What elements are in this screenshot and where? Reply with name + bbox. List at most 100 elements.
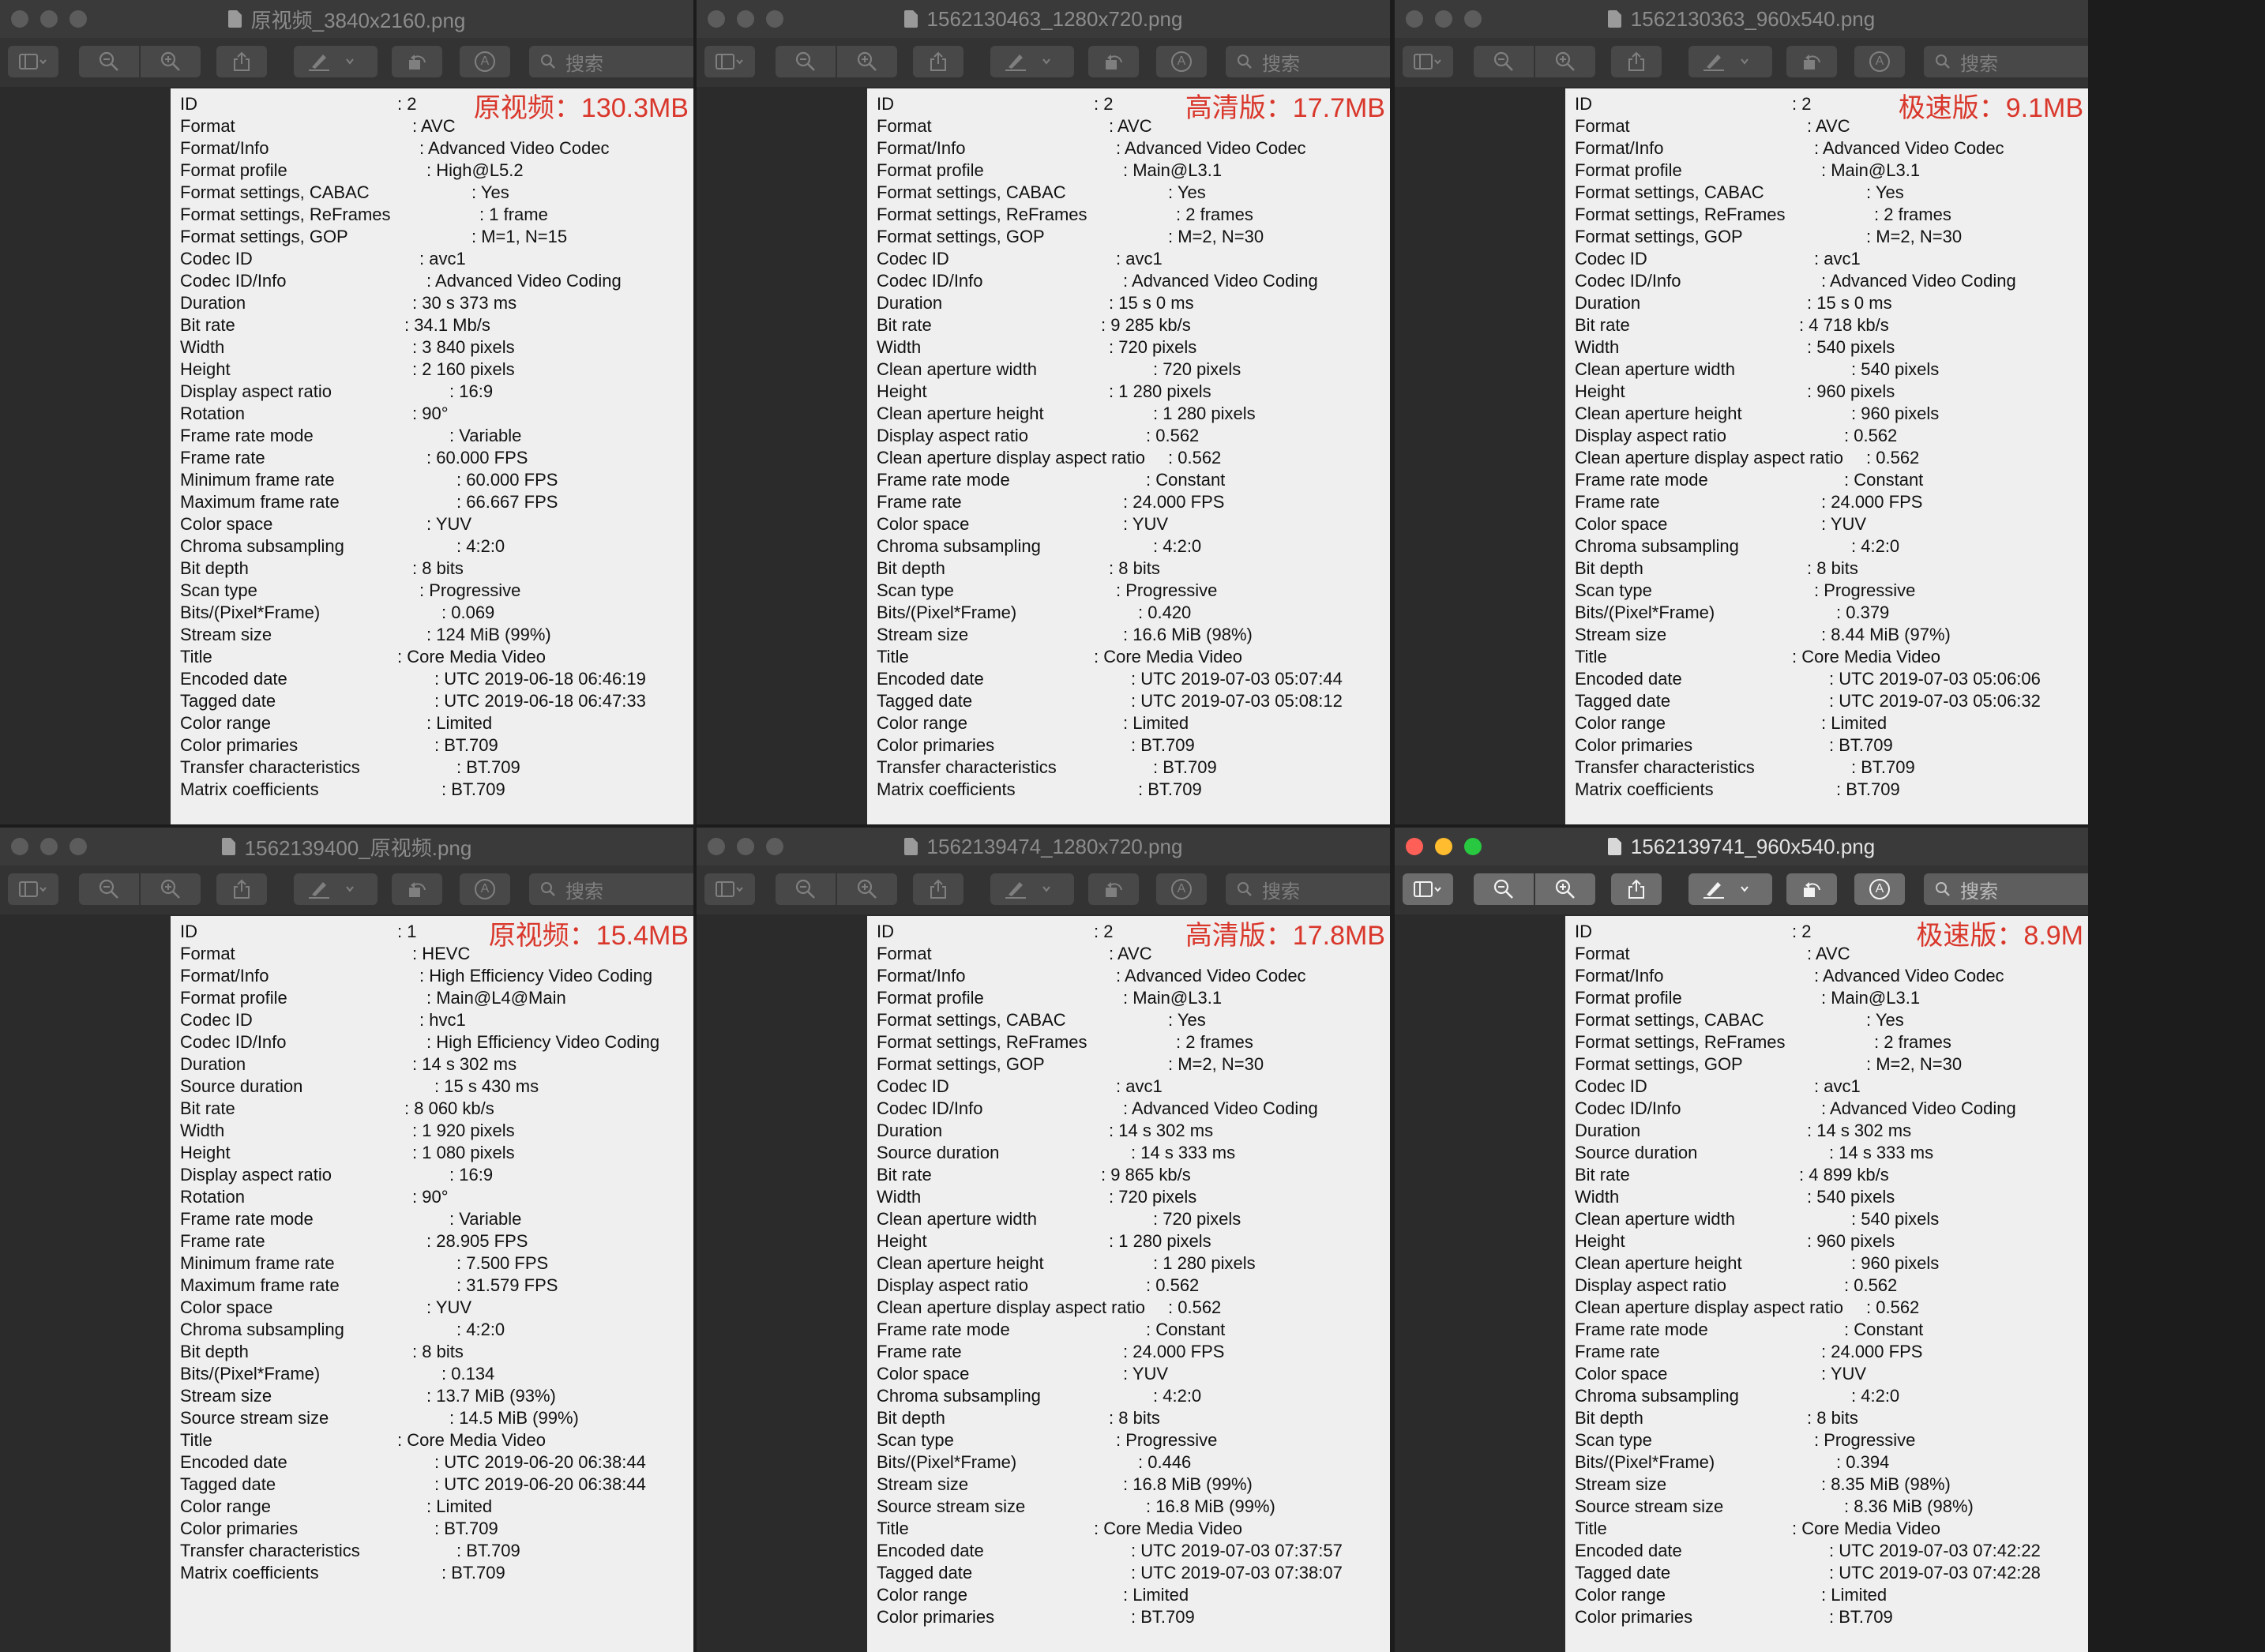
search-field[interactable]: 搜索 (1226, 46, 1390, 77)
info-value: 540 pixels (1851, 359, 1939, 381)
share-button[interactable] (913, 873, 963, 905)
info-label: Format settings, GOP (1575, 227, 1743, 246)
sidebar-icon (1414, 54, 1441, 69)
annotate-button[interactable]: A (460, 46, 510, 77)
search-field[interactable]: 搜索 (1226, 873, 1390, 905)
zoom-in-button[interactable] (141, 873, 201, 905)
info-label: Bit rate (180, 1098, 235, 1118)
zoom-in-button[interactable] (837, 873, 897, 905)
zoom-out-button[interactable] (1474, 46, 1534, 77)
annotate-button[interactable]: A (1854, 46, 1905, 77)
info-value: 34.1 Mb/s (404, 314, 490, 336)
screenshot-grid: 原视频_3840x2160.png A 搜索 原视频：130.3MB ID: … (0, 0, 2265, 1652)
zoom-in-button[interactable] (837, 46, 897, 77)
document-viewport[interactable]: 极速版：8.9M ID2FormatAVCFormat/InfoAdvanced… (1395, 914, 2088, 1652)
info-label: Frame rate (180, 448, 265, 467)
zoom-out-button[interactable] (79, 873, 139, 905)
rotate-button[interactable] (1786, 873, 1837, 905)
info-row: Tagged date UTC 2019-07-03 07:38:07 (877, 1562, 1390, 1584)
share-button[interactable] (1611, 46, 1662, 77)
zoom-out-button[interactable] (776, 46, 836, 77)
rotate-icon (409, 54, 426, 69)
info-label: Format settings, ReFrames (877, 1032, 1087, 1052)
zoom-out-button[interactable] (1474, 873, 1534, 905)
info-value: M=2, N=30 (1168, 226, 1264, 248)
markup-button[interactable] (990, 873, 1074, 905)
preview-window-4: 1562139400_原视频.png A 搜索 原视频：15.4MB ID: … (0, 828, 693, 1652)
info-row: Bit depth 8 bits (877, 1407, 1390, 1429)
document-viewport[interactable]: 高清版：17.8MB ID2FormatAVCFormat/InfoAdvanc… (697, 914, 1390, 1652)
info-row: Chroma subsampling 4:2:0 (1575, 535, 2088, 558)
zoom-out-button[interactable] (776, 873, 836, 905)
info-value: Core Media Video (397, 1429, 546, 1451)
info-value: Constant (1844, 1319, 1923, 1341)
zoom-in-button[interactable] (141, 46, 201, 77)
search-field[interactable]: 搜索 (529, 46, 693, 77)
rotate-icon (1106, 54, 1122, 69)
info-value: BT.709 (1851, 757, 1915, 779)
markup-button[interactable] (990, 46, 1074, 77)
info-value: 30 s 373 ms (412, 292, 516, 314)
rotate-icon (409, 882, 426, 897)
markup-button[interactable] (294, 873, 378, 905)
search-field[interactable]: 搜索 (1924, 46, 2088, 77)
info-label: Height (1575, 1231, 1625, 1251)
document-viewport[interactable]: 极速版：9.1MB ID2FormatAVCFormat/InfoAdvance… (1395, 87, 2088, 824)
info-label: Bit depth (1575, 558, 1643, 578)
search-icon (1238, 54, 1252, 69)
sidebar-toggle-button[interactable] (8, 873, 58, 905)
markup-pen-icon (309, 54, 354, 71)
rotate-button[interactable] (392, 873, 442, 905)
share-button[interactable] (913, 46, 963, 77)
info-label: Bit depth (877, 558, 945, 578)
rotate-button[interactable] (1786, 46, 1837, 77)
info-label: Codec ID/Info (877, 1098, 983, 1118)
sidebar-toggle-button[interactable] (1403, 873, 1453, 905)
share-button[interactable] (216, 46, 267, 77)
info-value: Main@L3.1 (1821, 987, 1920, 1009)
share-button[interactable] (216, 873, 267, 905)
rotate-button[interactable] (392, 46, 442, 77)
share-button[interactable] (1611, 873, 1662, 905)
annotate-button[interactable]: A (460, 873, 510, 905)
info-label: Bit depth (180, 558, 249, 578)
info-row: Format profile Main@L3.1 (1575, 987, 2088, 1009)
zoom-in-button[interactable] (1535, 873, 1595, 905)
document-viewport[interactable]: 高清版：17.7MB ID2FormatAVCFormat/InfoAdvanc… (697, 87, 1390, 824)
zoom-out-button[interactable] (79, 46, 139, 77)
search-placeholder: 搜索 (565, 880, 603, 903)
markup-button[interactable] (1688, 873, 1772, 905)
share-icon (930, 51, 946, 71)
title-bar[interactable]: 1562130363_960x540.png (1395, 0, 2088, 38)
rotate-button[interactable] (1088, 46, 1139, 77)
markup-button[interactable] (1688, 46, 1772, 77)
search-field[interactable]: 搜索 (529, 873, 693, 905)
search-field[interactable]: 搜索 (1924, 873, 2088, 905)
info-value: hvc1 (419, 1009, 465, 1031)
title-bar[interactable]: 原视频_3840x2160.png (0, 0, 693, 38)
sidebar-toggle-button[interactable] (704, 46, 755, 77)
document-viewport[interactable]: 原视频：15.4MB ID1FormatHEVCFormat/InfoHigh … (0, 914, 693, 1652)
info-value: BT.709 (1153, 757, 1217, 779)
title-bar[interactable]: 1562130463_1280x720.png (697, 0, 1390, 38)
info-label: Clean aperture height (1575, 404, 1742, 423)
document-viewport[interactable]: 原视频：130.3MB ID2FormatAVCFormat/InfoAdvan… (0, 87, 693, 824)
title-bar[interactable]: 1562139741_960x540.png (1395, 828, 2088, 865)
sidebar-toggle-button[interactable] (1403, 46, 1453, 77)
markup-button[interactable] (294, 46, 378, 77)
info-label: ID (877, 922, 894, 941)
info-value: UTC 2019-07-03 07:42:22 (1829, 1540, 2041, 1562)
annotate-button[interactable]: A (1156, 46, 1207, 77)
info-row: Chroma subsampling 4:2:0 (180, 535, 693, 558)
title-bar[interactable]: 1562139400_原视频.png (0, 828, 693, 865)
info-value: 2 (397, 93, 416, 115)
annotate-button[interactable]: A (1854, 873, 1905, 905)
sidebar-toggle-button[interactable] (8, 46, 58, 77)
document-icon (221, 838, 235, 855)
info-row: Clean aperture display aspect ratio 0.562 (877, 447, 1390, 469)
annotate-button[interactable]: A (1156, 873, 1207, 905)
sidebar-toggle-button[interactable] (704, 873, 755, 905)
zoom-in-button[interactable] (1535, 46, 1595, 77)
rotate-button[interactable] (1088, 873, 1139, 905)
title-bar[interactable]: 1562139474_1280x720.png (697, 828, 1390, 865)
